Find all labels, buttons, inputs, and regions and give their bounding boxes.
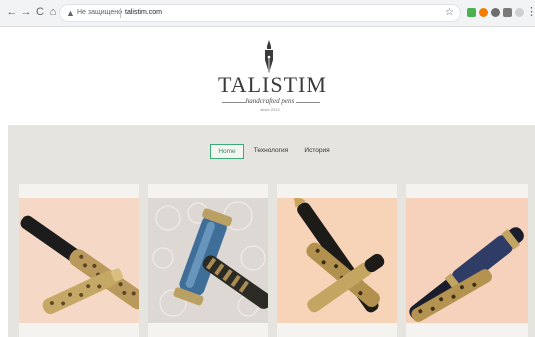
product-image-navy-filigree-pen[interactable] — [406, 198, 528, 323]
product-image-blue-barrel-pen[interactable] — [148, 198, 268, 323]
profile-icon[interactable] — [515, 8, 524, 17]
bookmark-star-icon[interactable]: ☆ — [445, 6, 454, 19]
reload-icon[interactable]: C — [34, 6, 46, 18]
tagline-rule-left — [222, 102, 246, 103]
forward-arrow-icon[interactable]: → — [20, 6, 32, 18]
omnibox-divider — [120, 8, 121, 18]
menu-dots-icon[interactable]: ⋮ — [526, 6, 535, 18]
menu-item-history[interactable]: История — [301, 144, 333, 157]
url-text[interactable]: talistim.com — [125, 7, 162, 19]
brand-since: since 2013 — [260, 107, 280, 112]
product-image-black-gold-filigree-pen[interactable] — [277, 198, 397, 323]
product-card[interactable] — [277, 184, 397, 337]
extension-orange-icon[interactable] — [479, 8, 488, 17]
product-image-gold-filigree-pen[interactable] — [19, 198, 139, 323]
extension-puzzle-icon[interactable] — [503, 8, 512, 17]
extension-green-icon[interactable] — [467, 8, 476, 17]
security-status[interactable]: Не защищено — [77, 7, 122, 19]
brand-tagline: handcrafted pens — [245, 97, 295, 105]
browser-toolbar: ← → C ⌂ ▲ Не защищено talistim.com ☆ ⋮ — [0, 0, 535, 27]
back-arrow-icon[interactable]: ← — [6, 6, 18, 18]
menu-item-home[interactable]: Home — [210, 144, 244, 159]
tagline-rule-right — [296, 102, 320, 103]
address-bar[interactable]: ▲ Не защищено talistim.com ☆ — [60, 5, 460, 21]
home-icon[interactable]: ⌂ — [47, 6, 59, 18]
warning-triangle-icon[interactable]: ▲ — [66, 7, 75, 19]
extension-grey-icon[interactable] — [491, 8, 500, 17]
product-card[interactable] — [406, 184, 528, 337]
pen-nib-logo-icon — [265, 40, 273, 73]
product-card[interactable] — [148, 184, 268, 337]
product-card[interactable] — [19, 184, 139, 337]
menu-item-technology[interactable]: Технология — [251, 144, 291, 157]
